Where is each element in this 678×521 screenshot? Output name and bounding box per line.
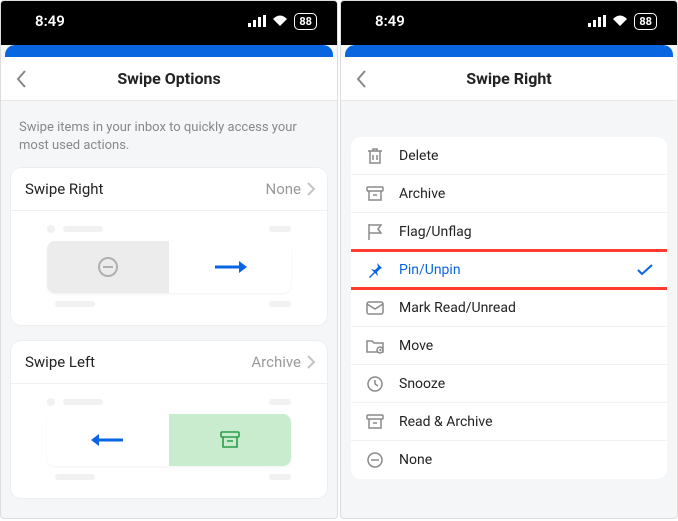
swipe-right-screen: 8:49 88 Swipe Right Delete [340,0,678,519]
option-pin[interactable]: Pin/Unpin [351,251,667,289]
swipe-left-card: Swipe Left Archive [11,341,327,498]
none-icon [365,452,385,468]
app-accent-strip [345,45,673,57]
envelope-icon [365,301,385,315]
swipe-options-screen: 8:49 88 Swipe Options Swipe items in you… [0,0,338,519]
option-snooze[interactable]: Snooze [351,365,667,403]
status-bar: 8:49 88 [341,1,677,45]
arrow-right-icon [213,259,247,275]
content-area: Swipe items in your inbox to quickly acc… [1,101,337,518]
app-accent-strip [5,45,333,57]
archive-icon [365,414,385,430]
back-button[interactable] [1,69,41,89]
wifi-icon [272,15,288,27]
folder-move-icon [365,338,385,354]
clock: 8:49 [35,12,65,30]
battery-indicator: 88 [294,13,317,30]
option-label: Flag/Unflag [399,224,472,240]
swipe-left-value: Archive [251,353,301,371]
option-label: Mark Read/Unread [399,300,516,316]
nav-bar: Swipe Right [341,57,677,101]
pin-icon [365,262,385,278]
option-label: Delete [399,148,438,164]
option-delete[interactable]: Delete [351,137,667,175]
status-indicators: 88 [248,13,317,30]
arrow-left-icon [91,432,125,448]
page-subtitle: Swipe items in your inbox to quickly acc… [11,101,327,168]
option-label: Read & Archive [399,414,493,430]
option-label: Snooze [399,376,445,392]
cellular-icon [248,15,266,27]
nav-bar: Swipe Options [1,57,337,101]
back-button[interactable] [341,69,381,89]
option-mark-read[interactable]: Mark Read/Unread [351,289,667,327]
option-read-archive[interactable]: Read & Archive [351,403,667,441]
content-area: Delete Archive Flag/Unflag Pin/Unpin [341,101,677,518]
swipe-right-row[interactable]: Swipe Right None [11,168,327,211]
status-indicators: 88 [588,13,657,30]
option-label: Archive [399,186,445,202]
option-label: Move [399,338,433,354]
swipe-right-label: Swipe Right [25,180,103,198]
swipe-left-label: Swipe Left [25,353,95,371]
trash-icon [365,147,385,165]
option-label: None [399,452,432,468]
option-none[interactable]: None [351,441,667,479]
swipe-right-preview [11,211,327,325]
clock: 8:49 [375,12,405,30]
chevron-right-icon [307,182,315,196]
page-title: Swipe Options [1,69,337,88]
chevron-right-icon [307,355,315,369]
page-title: Swipe Right [341,69,677,88]
option-flag[interactable]: Flag/Unflag [351,213,667,251]
swipe-left-row[interactable]: Swipe Left Archive [11,341,327,384]
swipe-right-card: Swipe Right None [11,168,327,325]
none-icon [98,257,118,277]
option-move[interactable]: Move [351,327,667,365]
swipe-right-value: None [266,180,302,198]
action-list: Delete Archive Flag/Unflag Pin/Unpin [351,137,667,479]
cellular-icon [588,15,606,27]
status-bar: 8:49 88 [1,1,337,45]
archive-icon [220,431,240,449]
battery-indicator: 88 [634,13,657,30]
swipe-left-preview [11,384,327,498]
archive-icon [365,186,385,202]
clock-icon [365,376,385,392]
option-label: Pin/Unpin [399,262,461,278]
flag-icon [365,223,385,241]
option-archive[interactable]: Archive [351,175,667,213]
wifi-icon [612,15,628,27]
checkmark-icon [637,264,653,276]
